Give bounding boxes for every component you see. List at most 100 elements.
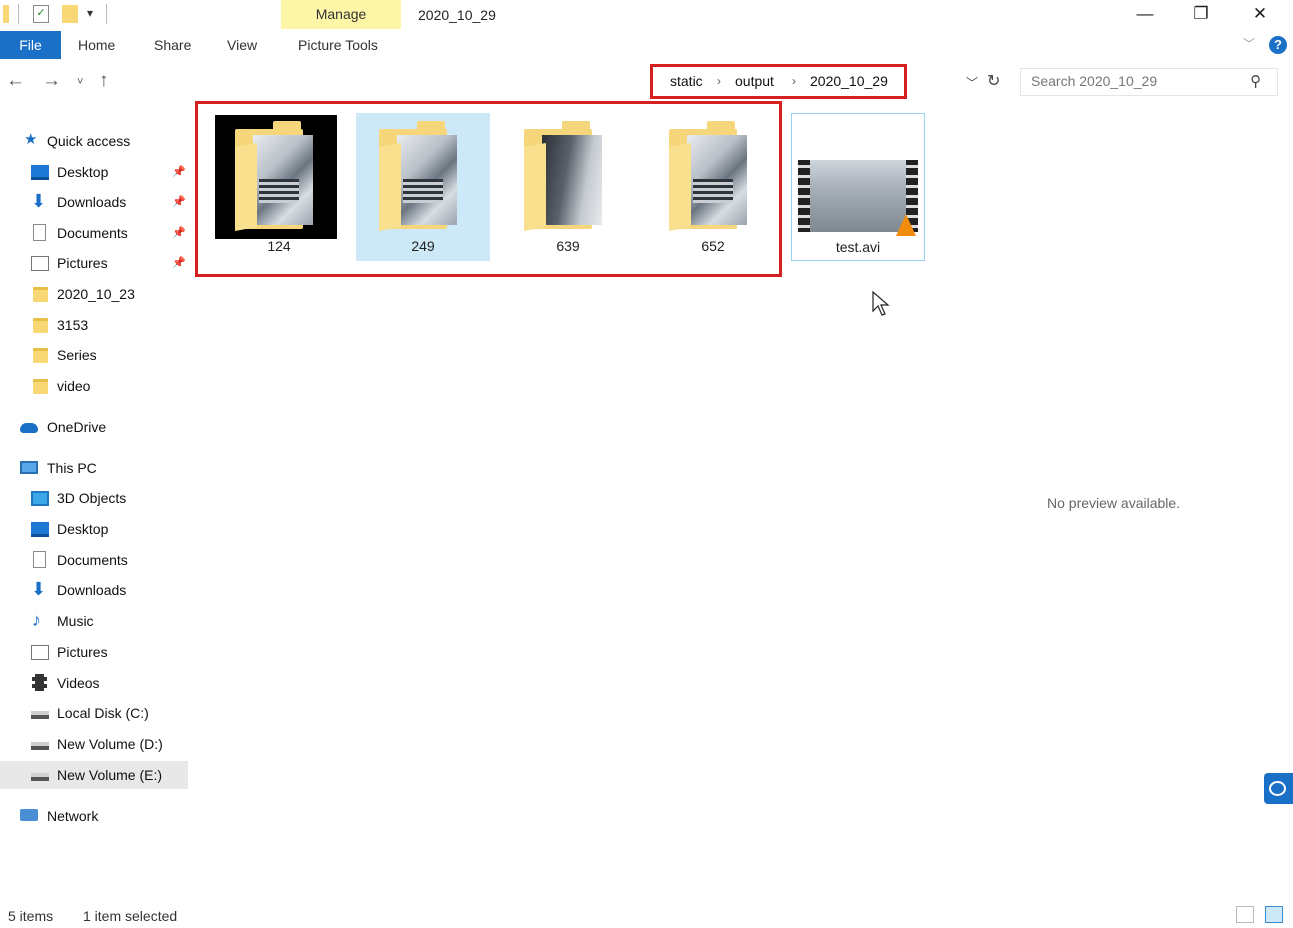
large-icons-view-icon[interactable]	[1265, 906, 1283, 923]
chevron-right-icon[interactable]: ›	[717, 74, 721, 88]
thumbnail-image	[253, 135, 313, 225]
pictures-icon	[31, 256, 49, 271]
manage-tab[interactable]: Manage	[281, 0, 401, 29]
recent-locations-icon[interactable]: ˅	[77, 76, 83, 88]
customize-quick-access-icon[interactable]: ▾	[87, 6, 93, 20]
nav-item-videos[interactable]: Videos	[0, 669, 188, 697]
nav-item-documents[interactable]: Documents	[0, 546, 188, 574]
nav-label: Documents	[57, 552, 128, 568]
back-icon[interactable]: ←	[6, 70, 25, 92]
nav-item-3d-objects[interactable]: 3D Objects	[0, 484, 188, 512]
drive-icon	[31, 773, 49, 781]
refresh-icon[interactable]: ↻	[987, 71, 1000, 91]
nav-label: Series	[57, 347, 97, 363]
breadcrumb-output[interactable]: output	[735, 73, 774, 89]
close-button[interactable]: ✕	[1237, 0, 1283, 30]
folder-icon	[33, 348, 48, 363]
file-name: 639	[556, 238, 580, 254]
nav-label: OneDrive	[47, 419, 107, 435]
nav-item-new-volume-d[interactable]: New Volume (D:)	[0, 730, 188, 758]
address-dropdown-icon[interactable]: ﹀	[966, 74, 978, 91]
nav-item-documents[interactable]: Documents 📌	[0, 219, 188, 247]
breadcrumb-current[interactable]: 2020_10_29	[810, 73, 888, 89]
desktop-icon	[31, 165, 49, 180]
local-disk-icon	[31, 711, 49, 719]
videos-icon	[32, 674, 47, 691]
vlc-icon	[896, 214, 916, 236]
up-icon[interactable]: ↑	[99, 70, 109, 92]
film-strip	[798, 160, 810, 232]
nav-this-pc[interactable]: This PC	[0, 454, 188, 482]
file-tile-124[interactable]: 124	[212, 113, 346, 261]
nav-network[interactable]: Network	[0, 802, 188, 830]
folder-thumbnail	[215, 115, 337, 239]
folder-thumbnail	[504, 115, 626, 239]
minimize-button[interactable]: —	[1122, 0, 1168, 30]
nav-item-pictures[interactable]: Pictures 📌	[0, 249, 188, 277]
file-name: test.avi	[835, 239, 881, 255]
nav-item-desktop[interactable]: Desktop	[0, 515, 188, 543]
nav-label: 3D Objects	[57, 490, 127, 506]
tab-view[interactable]: View	[227, 37, 257, 53]
nav-label: video	[57, 378, 91, 394]
nav-label: New Volume (E:)	[57, 767, 163, 783]
chevron-right-icon[interactable]: ›	[792, 74, 796, 88]
nav-label: Quick access	[47, 133, 131, 149]
thumbnail-image	[687, 135, 747, 225]
nav-quick-access[interactable]: ★ Quick access	[0, 127, 188, 155]
nav-item-local-disk-c[interactable]: Local Disk (C:)	[0, 699, 188, 727]
nav-item-pictures[interactable]: Pictures	[0, 638, 188, 666]
mouse-cursor-icon	[872, 290, 890, 320]
nav-label: Videos	[57, 675, 100, 691]
properties-icon[interactable]: ✓	[33, 5, 49, 23]
window-title: 2020_10_29	[418, 7, 496, 23]
file-tile-249[interactable]: 249	[356, 113, 490, 261]
nav-onedrive[interactable]: OneDrive	[0, 413, 188, 441]
3d-objects-icon	[31, 491, 49, 506]
teamviewer-icon[interactable]	[1264, 773, 1293, 804]
search-icon[interactable]: ⚲	[1250, 72, 1261, 90]
pin-icon: 📌	[172, 257, 186, 269]
file-tile-639[interactable]: 639	[501, 113, 635, 261]
folder-front	[379, 143, 401, 231]
file-tile-652[interactable]: 652	[646, 113, 780, 261]
breadcrumb-static[interactable]: static	[670, 73, 703, 89]
status-selection: 1 item selected	[83, 908, 178, 924]
downloads-icon: ⬇	[31, 191, 47, 211]
nav-item-downloads[interactable]: ⬇ Downloads	[0, 576, 188, 604]
nav-item-series[interactable]: Series	[0, 341, 188, 369]
maximize-button[interactable]: ❐	[1178, 0, 1224, 30]
tab-file[interactable]: File	[0, 31, 61, 59]
details-view-icon[interactable]	[1236, 906, 1254, 923]
nav-item-desktop[interactable]: Desktop 📌	[0, 158, 188, 186]
tab-share[interactable]: Share	[154, 37, 191, 53]
nav-item-downloads[interactable]: ⬇ Downloads 📌	[0, 188, 188, 216]
nav-item-video[interactable]: video	[0, 372, 188, 400]
thumbnail-image	[397, 135, 457, 225]
network-icon	[20, 809, 38, 821]
help-icon[interactable]: ?	[1269, 36, 1287, 54]
preview-message: No preview available.	[1047, 495, 1181, 511]
nav-label: Local Disk (C:)	[57, 705, 149, 721]
thumbnail-image	[810, 160, 906, 232]
folder-front	[235, 143, 257, 231]
new-folder-icon[interactable]	[62, 5, 78, 23]
nav-item-new-volume-e[interactable]: New Volume (E:)	[0, 761, 188, 789]
folder-thumbnail	[359, 115, 481, 239]
folder-front	[669, 143, 691, 231]
nav-label: Pictures	[57, 255, 108, 271]
nav-label: Downloads	[57, 582, 127, 598]
expand-ribbon-icon[interactable]: ﹀	[1243, 35, 1255, 52]
nav-item-2020-10-23[interactable]: 2020_10_23	[0, 280, 188, 308]
folder-icon	[3, 5, 9, 23]
pin-icon: 📌	[172, 227, 186, 239]
tab-picture-tools[interactable]: Picture Tools	[298, 37, 378, 53]
forward-icon[interactable]: →	[42, 70, 61, 92]
music-icon: ♪	[32, 610, 41, 630]
file-tile-test-avi[interactable]: test.avi	[791, 113, 925, 261]
tab-home[interactable]: Home	[78, 37, 115, 53]
nav-item-3153[interactable]: 3153	[0, 311, 188, 339]
nav-item-music[interactable]: ♪ Music	[0, 607, 188, 635]
search-placeholder: Search 2020_10_29	[1031, 73, 1158, 89]
nav-label: 3153	[57, 317, 89, 333]
